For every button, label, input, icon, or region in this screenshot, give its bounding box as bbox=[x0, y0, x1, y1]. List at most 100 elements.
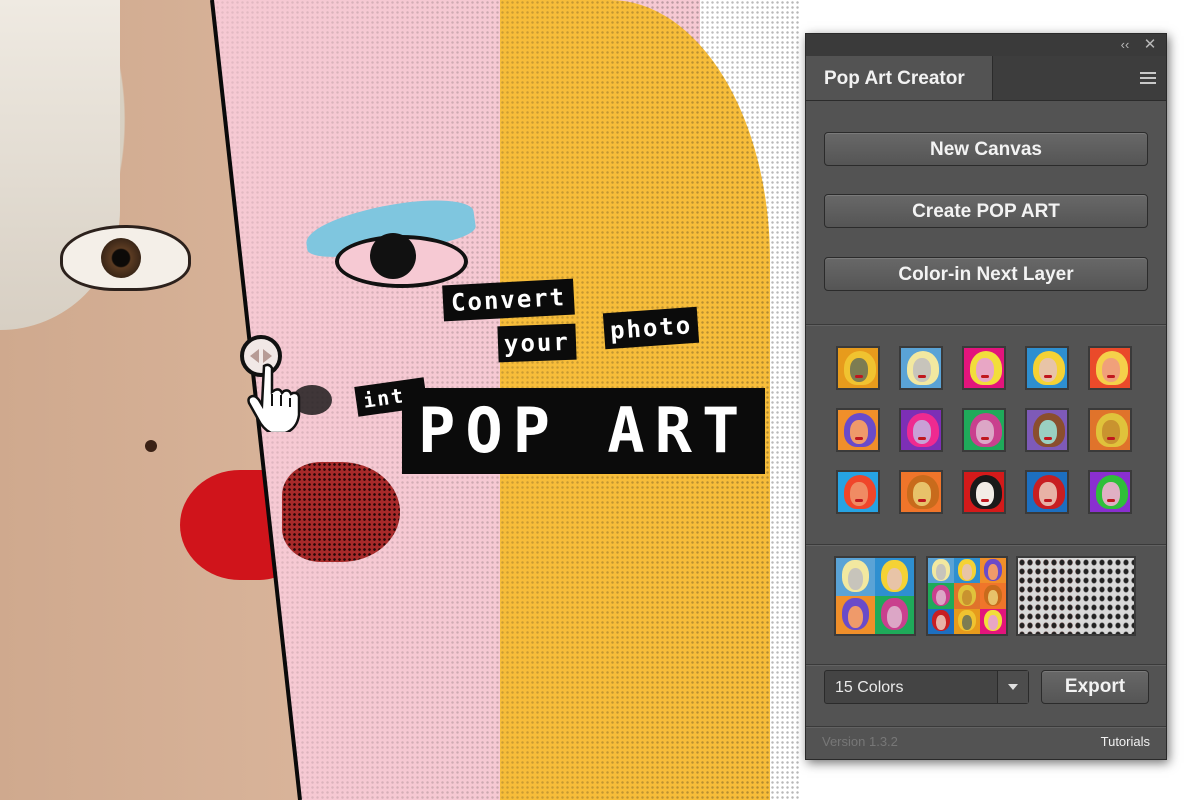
chevron-down-icon bbox=[1008, 684, 1018, 690]
headline-photo: photo bbox=[602, 306, 700, 350]
layout-cell bbox=[954, 583, 980, 609]
color-preset-swatch[interactable] bbox=[836, 470, 880, 514]
swatch-face bbox=[1039, 420, 1057, 444]
swatch-face bbox=[850, 482, 868, 506]
headline-your: your bbox=[497, 323, 577, 363]
divider bbox=[806, 664, 1166, 666]
layout-cell bbox=[928, 583, 954, 609]
swatch-face bbox=[1039, 358, 1057, 382]
cell-face bbox=[987, 589, 999, 605]
cell-face bbox=[961, 614, 973, 631]
swatch-mouth bbox=[1107, 499, 1115, 502]
color-in-next-layer-button[interactable]: Color-in Next Layer bbox=[824, 257, 1148, 291]
headline-pop-art: POP ART bbox=[402, 388, 766, 474]
halftone-pattern bbox=[1018, 558, 1134, 634]
swatch-face bbox=[913, 482, 931, 506]
layout-cell bbox=[980, 608, 1006, 634]
color-preset-swatch[interactable] bbox=[1088, 470, 1132, 514]
colors-count-value: 15 Colors bbox=[835, 679, 904, 696]
headline-convert: Convert bbox=[442, 278, 576, 322]
swatch-face bbox=[1102, 420, 1120, 444]
color-preset-swatch[interactable] bbox=[836, 408, 880, 452]
cell-face bbox=[886, 567, 903, 591]
tutorials-link[interactable]: Tutorials bbox=[1101, 734, 1150, 749]
cell-face bbox=[935, 614, 947, 631]
pop-lips bbox=[282, 462, 400, 562]
pop-eye bbox=[302, 193, 478, 288]
color-preset-swatch[interactable] bbox=[962, 470, 1006, 514]
color-preset-swatch[interactable] bbox=[1025, 470, 1069, 514]
arrow-left-icon bbox=[250, 349, 259, 363]
color-preset-swatch[interactable] bbox=[962, 346, 1006, 390]
layout-cell bbox=[928, 558, 954, 584]
layout-3x3-thumbnail[interactable] bbox=[926, 556, 1008, 636]
color-preset-swatch[interactable] bbox=[962, 408, 1006, 452]
layout-cell bbox=[980, 583, 1006, 609]
swatch-mouth bbox=[981, 375, 989, 378]
photo-iris bbox=[101, 238, 141, 278]
panel-title: Pop Art Creator bbox=[824, 68, 965, 89]
pop-pupil bbox=[370, 233, 416, 279]
swatch-mouth bbox=[1044, 375, 1052, 378]
layout-cell bbox=[875, 596, 914, 634]
double-chevron-left-icon[interactable]: ‹‹ bbox=[1116, 36, 1134, 54]
swatch-mouth bbox=[855, 375, 863, 378]
create-pop-art-button[interactable]: Create POP ART bbox=[824, 194, 1148, 228]
layout-cell bbox=[954, 608, 980, 634]
tab-pop-art-creator[interactable]: Pop Art Creator bbox=[806, 56, 993, 100]
layout-2x2-thumbnail[interactable] bbox=[834, 556, 916, 636]
swatch-face bbox=[913, 420, 931, 444]
colors-count-select[interactable]: 15 Colors bbox=[824, 670, 1029, 704]
swatch-face bbox=[850, 420, 868, 444]
swatch-mouth bbox=[981, 499, 989, 502]
color-preset-swatch[interactable] bbox=[899, 408, 943, 452]
hamburger-menu-icon[interactable] bbox=[1140, 72, 1156, 84]
swatch-mouth bbox=[855, 437, 863, 440]
layout-cell bbox=[875, 558, 914, 596]
swatch-mouth bbox=[1107, 375, 1115, 378]
version-label: Version 1.3.2 bbox=[822, 734, 898, 749]
select-arrow-button[interactable] bbox=[997, 671, 1028, 703]
cell-face bbox=[987, 564, 999, 580]
swatch-mouth bbox=[1107, 437, 1115, 440]
photo-mole bbox=[145, 440, 157, 452]
swatch-mouth bbox=[1044, 499, 1052, 502]
panel-tab-strip: Pop Art Creator bbox=[806, 56, 1166, 101]
new-canvas-button[interactable]: New Canvas bbox=[824, 132, 1148, 166]
color-preset-swatch[interactable] bbox=[1025, 346, 1069, 390]
close-icon[interactable]: ✕ bbox=[1141, 36, 1159, 54]
swatch-face bbox=[1102, 482, 1120, 506]
layout-cell bbox=[980, 558, 1006, 584]
cell-face bbox=[886, 605, 903, 629]
layout-cell bbox=[836, 558, 875, 596]
cell-face bbox=[935, 589, 947, 605]
swatch-mouth bbox=[918, 499, 926, 502]
divider bbox=[806, 324, 1166, 326]
hand-pointer-icon bbox=[247, 363, 301, 432]
swatch-mouth bbox=[1044, 437, 1052, 440]
swatch-face bbox=[913, 358, 931, 382]
cell-face bbox=[987, 614, 999, 631]
swatch-face bbox=[976, 482, 994, 506]
cell-face bbox=[961, 589, 973, 605]
divider bbox=[806, 726, 1166, 728]
swatch-face bbox=[976, 420, 994, 444]
layout-halftone-thumbnail[interactable] bbox=[1016, 556, 1136, 636]
swatch-face bbox=[850, 358, 868, 382]
color-preset-swatch[interactable] bbox=[836, 346, 880, 390]
color-preset-swatch[interactable] bbox=[1088, 408, 1132, 452]
swatch-mouth bbox=[981, 437, 989, 440]
arrow-right-icon bbox=[263, 349, 272, 363]
swatch-mouth bbox=[918, 375, 926, 378]
pop-art-creator-panel: ‹‹ ✕ Pop Art Creator New Canvas Create P… bbox=[805, 33, 1167, 760]
export-button[interactable]: Export bbox=[1041, 670, 1149, 704]
color-preset-swatch[interactable] bbox=[1025, 408, 1069, 452]
color-preset-swatch[interactable] bbox=[899, 470, 943, 514]
panel-title-bar[interactable]: ‹‹ ✕ bbox=[806, 34, 1166, 56]
color-preset-swatch[interactable] bbox=[1088, 346, 1132, 390]
swatch-face bbox=[1102, 358, 1120, 382]
cell-face bbox=[961, 564, 973, 580]
color-preset-swatch[interactable] bbox=[899, 346, 943, 390]
layout-cell bbox=[836, 596, 875, 634]
swatch-face bbox=[1039, 482, 1057, 506]
